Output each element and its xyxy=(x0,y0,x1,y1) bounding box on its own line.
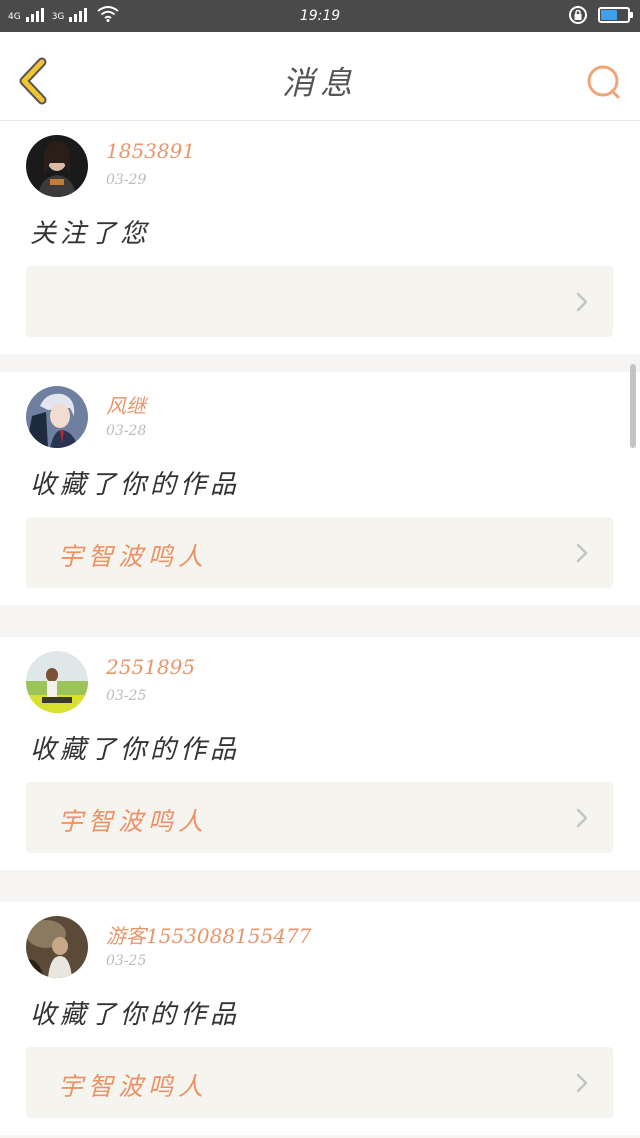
message-date: 03-28 xyxy=(106,423,147,439)
user-name[interactable]: 2551895 xyxy=(106,655,195,679)
message-card: 游客1553088155477 03-25 收藏了你的作品 宇智波鸣人 xyxy=(0,902,640,1135)
avatar[interactable] xyxy=(26,916,88,978)
message-card: 2551895 03-25 收藏了你的作品 宇智波鸣人 xyxy=(0,637,640,870)
chevron-right-icon xyxy=(576,1073,588,1093)
search-icon xyxy=(587,65,620,99)
battery-level xyxy=(601,10,618,20)
user-name[interactable]: 游客1553088155477 xyxy=(106,920,311,949)
status-bar: 4G 3G 19:19 xyxy=(0,0,640,32)
work-link[interactable] xyxy=(26,266,613,337)
avatar[interactable] xyxy=(26,135,88,197)
rotation-lock-icon xyxy=(569,6,587,24)
chevron-right-icon xyxy=(576,292,588,312)
status-time: 19:19 xyxy=(299,8,341,24)
work-title: 宇智波鸣人 xyxy=(58,807,209,836)
avatar[interactable] xyxy=(26,386,88,448)
message-date: 03-29 xyxy=(106,172,147,188)
message-text: 收藏了你的作品 xyxy=(30,1000,241,1030)
user-name[interactable]: 1853891 xyxy=(106,139,195,163)
chevron-right-icon xyxy=(576,543,588,563)
battery-icon xyxy=(598,7,633,23)
work-title: 宇智波鸣人 xyxy=(58,542,209,571)
message-text: 收藏了你的作品 xyxy=(30,470,241,500)
message-text: 关注了您 xyxy=(30,219,151,249)
page-title: 消息 xyxy=(281,64,358,102)
message-card: 1853891 03-29 关注了您 xyxy=(0,121,640,354)
chevron-right-icon xyxy=(576,808,588,828)
work-link[interactable]: 宇智波鸣人 xyxy=(26,517,613,588)
work-link[interactable]: 宇智波鸣人 xyxy=(26,1047,613,1118)
message-card: 风继 03-28 收藏了你的作品 宇智波鸣人 xyxy=(0,372,640,605)
app-header: 消息 xyxy=(0,32,640,121)
user-name[interactable]: 风继 xyxy=(106,390,146,419)
status-right xyxy=(568,5,633,25)
message-date: 03-25 xyxy=(106,688,147,704)
avatar[interactable] xyxy=(26,651,88,713)
work-link[interactable]: 宇智波鸣人 xyxy=(26,782,613,853)
message-text: 收藏了你的作品 xyxy=(30,735,241,765)
scrollbar[interactable] xyxy=(630,364,636,448)
message-date: 03-25 xyxy=(106,953,147,969)
search-button[interactable] xyxy=(584,62,624,102)
work-title: 宇智波鸣人 xyxy=(58,1072,209,1101)
